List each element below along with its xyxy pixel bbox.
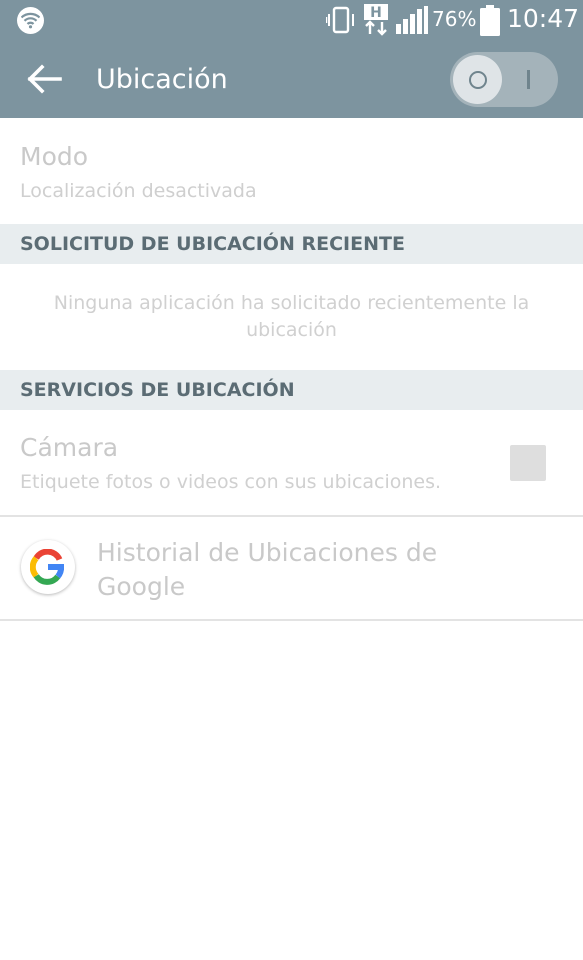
section-header-label: SOLICITUD DE UBICACIÓN RECIENTE [20,233,405,255]
mode-title: Modo [20,142,89,171]
vibrate-icon [326,6,354,34]
section-header-recent-requests: SOLICITUD DE UBICACIÓN RECIENTE [0,224,583,264]
battery-percent: 76% [432,7,477,31]
google-history-title: Historial de Ubicaciones de Google [97,538,438,601]
signal-icon [396,6,428,34]
camera-subtitle: Etiquete fotos o videos con sus ubicacio… [20,471,442,493]
status-bar: H 76% 10:47 [0,0,583,40]
wifi-icon [17,7,44,34]
empty-recent-message: Ninguna aplicación ha solicitado recient… [53,292,530,341]
svg-text:H: H [370,5,382,21]
toggle-on-icon [527,70,530,89]
back-arrow-icon [27,64,62,94]
toggle-off-icon [469,71,487,89]
mode-setting[interactable]: Modo Localización desactivada [0,118,583,223]
section-header-label: SERVICIOS DE UBICACIÓN [20,379,295,401]
divider [0,619,583,621]
action-bar: Ubicación [0,40,583,118]
mode-subtitle: Localización desactivada [20,180,257,202]
page-title: Ubicación [96,64,228,95]
google-location-history-item[interactable]: Historial de Ubicaciones de Google [0,517,583,619]
toggle-knob [453,55,502,104]
h-data-icon: H [364,4,388,36]
camera-setting[interactable]: Cámara Etiquete fotos o videos con sus u… [0,410,583,515]
camera-title: Cámara [20,433,119,462]
top-bar: H 76% 10:47 Ubicación [0,0,583,118]
google-g-icon [21,540,75,594]
clock: 10:47 [507,4,580,33]
battery-icon [480,5,500,36]
location-toggle[interactable] [450,52,558,107]
section-header-location-services: SERVICIOS DE UBICACIÓN [0,370,583,410]
camera-checkbox[interactable] [510,445,546,481]
back-button[interactable] [20,58,68,102]
